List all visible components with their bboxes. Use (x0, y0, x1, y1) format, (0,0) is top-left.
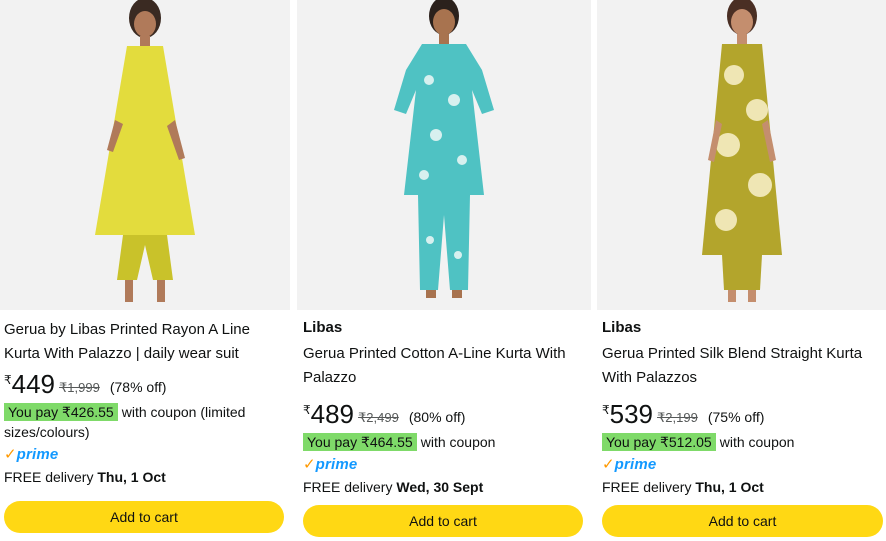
product-info: Gerua by Libas Printed Rayon A Line Kurt… (4, 318, 286, 487)
product-image[interactable] (0, 0, 290, 310)
prime-logo: prime (315, 456, 358, 473)
product-image[interactable] (597, 0, 886, 310)
add-to-cart-button[interactable]: Add to cart (4, 501, 284, 533)
list-price: ₹2,499 (358, 410, 399, 425)
price: 449 (11, 369, 56, 399)
currency-symbol: ₹ (4, 373, 12, 387)
price: 489 (310, 399, 355, 429)
discount: (75% off) (707, 409, 765, 425)
price-row: ₹ 449 ₹1,999 (78% off) (4, 370, 286, 400)
prime-check-icon: ✓ (602, 456, 615, 473)
currency-symbol: ₹ (303, 403, 311, 417)
coupon-line: You pay ₹426.55 with coupon (limited size… (4, 402, 286, 442)
coupon-text: with coupon (420, 434, 496, 450)
delivery-info: FREE delivery Thu, 1 Oct (4, 467, 286, 487)
you-pay-badge: You pay ₹512.05 (602, 433, 716, 451)
discount: (80% off) (408, 409, 466, 425)
coupon-line: You pay ₹464.55 with coupon (303, 432, 587, 452)
product-card: Libas Gerua Printed Silk Blend Straight … (597, 0, 886, 541)
product-title[interactable]: Gerua Printed Silk Blend Straight Kurta … (602, 342, 882, 390)
prime-badge: ✓ prime (4, 445, 286, 465)
delivery-info: FREE delivery Wed, 30 Sept (303, 477, 587, 497)
price-row: ₹ 539 ₹2,199 (75% off) (602, 400, 882, 430)
delivery-prefix: FREE delivery (4, 469, 94, 485)
add-to-cart-button[interactable]: Add to cart (602, 505, 883, 537)
delivery-prefix: FREE delivery (602, 479, 692, 495)
prime-badge: ✓ prime (303, 455, 587, 475)
delivery-info: FREE delivery Thu, 1 Oct (602, 477, 882, 497)
delivery-date: Wed, 30 Sept (396, 479, 484, 495)
model-photo-2 (394, 0, 494, 298)
coupon-line: You pay ₹512.05 with coupon (602, 432, 882, 452)
product-brand: Libas (303, 319, 343, 336)
prime-badge: ✓ prime (602, 455, 882, 475)
product-title[interactable]: Gerua by Libas Printed Rayon A Line Kurt… (4, 318, 286, 366)
prime-check-icon: ✓ (303, 456, 316, 473)
delivery-prefix: FREE delivery (303, 479, 393, 495)
product-card: Libas Gerua Printed Cotton A-Line Kurta … (297, 0, 591, 541)
add-to-cart-button[interactable]: Add to cart (303, 505, 583, 537)
list-price: ₹1,999 (59, 380, 100, 395)
model-photo-1 (95, 0, 195, 302)
product-image[interactable] (297, 0, 591, 310)
product-info: Libas Gerua Printed Cotton A-Line Kurta … (303, 318, 587, 497)
product-brand: Libas (602, 319, 642, 336)
prime-check-icon: ✓ (4, 446, 17, 463)
price-row: ₹ 489 ₹2,499 (80% off) (303, 400, 587, 430)
product-card: Gerua by Libas Printed Rayon A Line Kurt… (0, 0, 290, 541)
prime-logo: prime (614, 456, 657, 473)
delivery-date: Thu, 1 Oct (695, 479, 764, 495)
list-price: ₹2,199 (657, 410, 698, 425)
product-title[interactable]: Gerua Printed Cotton A-Line Kurta With P… (303, 342, 587, 390)
price: 539 (609, 399, 654, 429)
coupon-text: with coupon (719, 434, 795, 450)
product-info: Libas Gerua Printed Silk Blend Straight … (602, 318, 882, 497)
prime-logo: prime (16, 446, 59, 463)
you-pay-badge: You pay ₹464.55 (303, 433, 417, 451)
product-grid: Gerua by Libas Printed Rayon A Line Kurt… (0, 0, 886, 541)
delivery-date: Thu, 1 Oct (97, 469, 166, 485)
discount: (78% off) (109, 379, 167, 395)
model-photo-3 (701, 0, 782, 302)
currency-symbol: ₹ (602, 403, 610, 417)
you-pay-badge: You pay ₹426.55 (4, 403, 118, 421)
